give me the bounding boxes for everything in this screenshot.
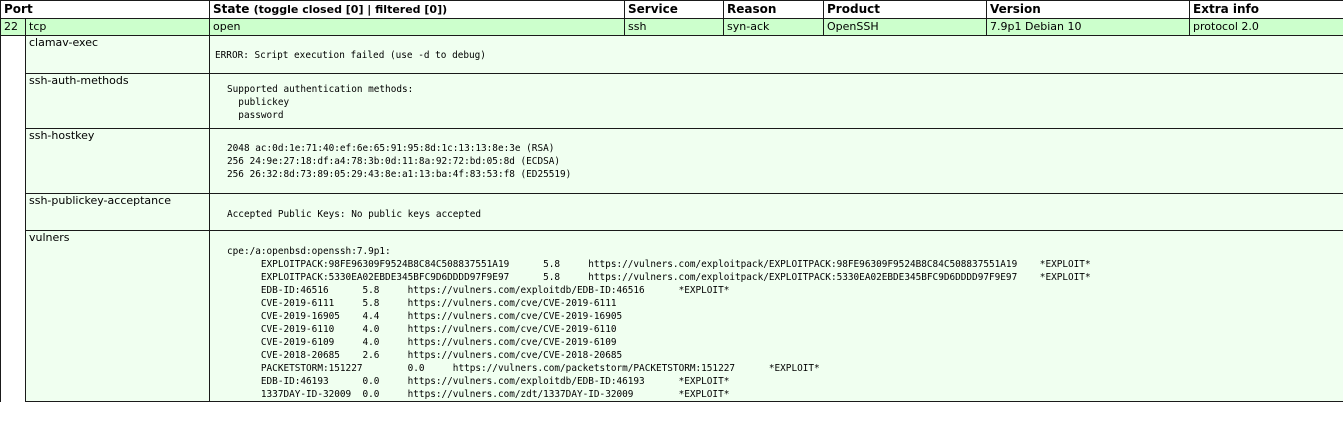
script-name: clamav-exec — [24, 35, 211, 74]
script-row-vulners: vulners cpe:/a:openbsd:openssh:7.9p1: EX… — [0, 230, 1343, 402]
extra-info-header: Extra info — [1189, 0, 1343, 19]
script-output: ERROR: Script execution failed (use -d t… — [215, 50, 486, 61]
script-name: vulners — [24, 230, 211, 402]
script-output: 2048 ac:0d:1e:71:40:ef:6e:65:91:95:8d:1c… — [227, 143, 572, 180]
port-protocol: tcp — [24, 18, 211, 36]
script-name: ssh-auth-methods — [24, 73, 211, 129]
script-output-cell: ERROR: Script execution failed (use -d t… — [209, 35, 1343, 74]
port-number: 22 — [0, 18, 26, 36]
port-state: open — [209, 18, 626, 36]
script-output-cell: Accepted Public Keys: No public keys acc… — [209, 193, 1343, 231]
script-output-cell: cpe:/a:openbsd:openssh:7.9p1: EXPLOITPAC… — [209, 230, 1343, 402]
script-output-cell: 2048 ac:0d:1e:71:40:ef:6e:65:91:95:8d:1c… — [209, 128, 1343, 194]
script-row-ssh-publickey-acceptance: ssh-publickey-acceptance Accepted Public… — [0, 193, 1343, 231]
version-header: Version — [986, 0, 1191, 19]
script-row-spacer — [0, 128, 26, 194]
script-row-spacer — [0, 230, 26, 402]
script-output-cell: Supported authentication methods: public… — [209, 73, 1343, 129]
state-header: State (toggle closed [0] | filtered [0]) — [209, 0, 626, 19]
script-name: ssh-hostkey — [24, 128, 211, 194]
ports-table: Port State (toggle closed [0] | filtered… — [0, 0, 1343, 402]
script-name: ssh-publickey-acceptance — [24, 193, 211, 231]
port-extra-info: protocol 2.0 — [1189, 18, 1343, 36]
product-header: Product — [823, 0, 988, 19]
port-version: 7.9p1 Debian 10 — [986, 18, 1191, 36]
script-row-clamav-exec: clamav-exec ERROR: Script execution fail… — [0, 35, 1343, 74]
script-output: Supported authentication methods: public… — [227, 84, 414, 121]
port-row: 22 tcp open ssh syn-ack OpenSSH 7.9p1 De… — [0, 18, 1343, 36]
toggle-closed-filtered-link[interactable]: (toggle closed [0] | filtered [0]) — [254, 3, 448, 16]
script-row-spacer — [0, 35, 26, 74]
state-header-label: State — [213, 2, 250, 16]
service-header: Service — [624, 0, 725, 19]
port-header: Port — [0, 0, 211, 19]
script-output: cpe:/a:openbsd:openssh:7.9p1: EXPLOITPAC… — [227, 246, 1091, 400]
header-row: Port State (toggle closed [0] | filtered… — [0, 0, 1343, 19]
port-reason: syn-ack — [723, 18, 825, 36]
script-row-ssh-hostkey: ssh-hostkey 2048 ac:0d:1e:71:40:ef:6e:65… — [0, 128, 1343, 194]
script-row-spacer — [0, 193, 26, 231]
script-row-spacer — [0, 73, 26, 129]
script-output: Accepted Public Keys: No public keys acc… — [227, 209, 482, 220]
port-product: OpenSSH — [823, 18, 988, 36]
script-row-ssh-auth-methods: ssh-auth-methods Supported authenticatio… — [0, 73, 1343, 129]
reason-header: Reason — [723, 0, 825, 19]
port-service: ssh — [624, 18, 725, 36]
